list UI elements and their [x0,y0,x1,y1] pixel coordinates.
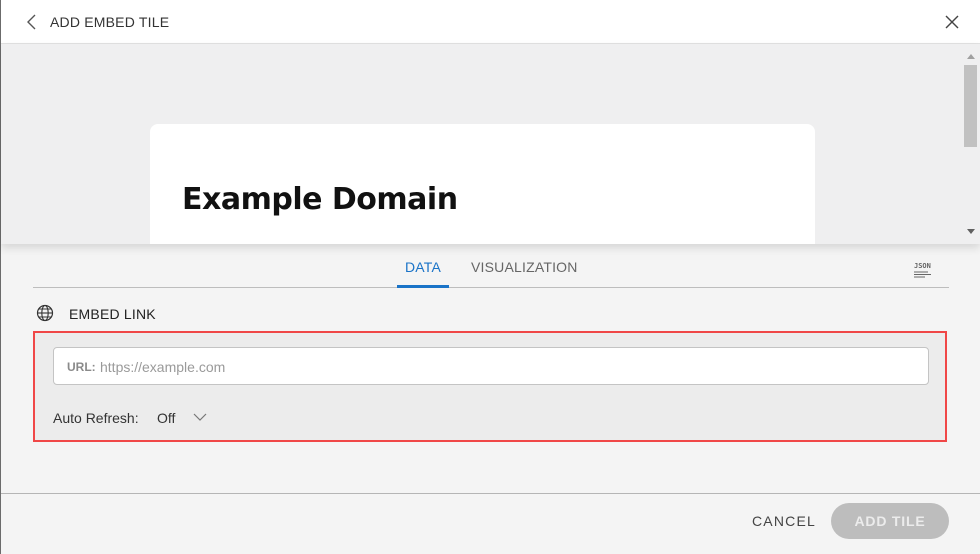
json-button[interactable]: JSON [913,260,935,280]
footer-divider [1,493,980,494]
tab-data[interactable]: DATA [397,259,450,288]
embed-preview: Example Domain [1,44,980,244]
back-button[interactable] [24,12,42,32]
preview-scrollbar[interactable] [964,48,978,240]
chevron-down-icon[interactable] [193,412,207,422]
tab-visualization[interactable]: VISUALIZATION [471,259,578,285]
add-tile-button[interactable]: ADD TILE [831,503,949,539]
scrollbar-thumb[interactable] [964,65,977,147]
embed-settings-panel: URL: Auto Refresh: Off [33,331,947,442]
json-icon: JSON [914,262,931,278]
chevron-left-icon [27,14,36,30]
cancel-button[interactable]: CANCEL [752,513,816,529]
tab-bar: DATA VISUALIZATION JSON [33,251,949,288]
globe-icon [36,304,54,322]
url-label: URL: [67,360,96,374]
auto-refresh-select[interactable]: Off [157,410,175,426]
close-icon [945,15,959,29]
close-button[interactable] [943,13,961,31]
svg-text:JSON: JSON [914,262,931,270]
scroll-up-arrow-icon[interactable] [967,54,975,59]
scroll-down-arrow-icon[interactable] [967,229,975,234]
preview-heading: Example Domain [182,182,458,217]
preview-card: Example Domain [150,124,815,244]
dialog-title: ADD EMBED TILE [50,14,170,30]
url-input[interactable] [98,354,902,380]
dialog-header: ADD EMBED TILE [1,0,980,44]
url-field[interactable]: URL: [53,347,929,385]
auto-refresh-label: Auto Refresh: [53,410,139,426]
embed-link-label: EMBED LINK [69,306,156,322]
